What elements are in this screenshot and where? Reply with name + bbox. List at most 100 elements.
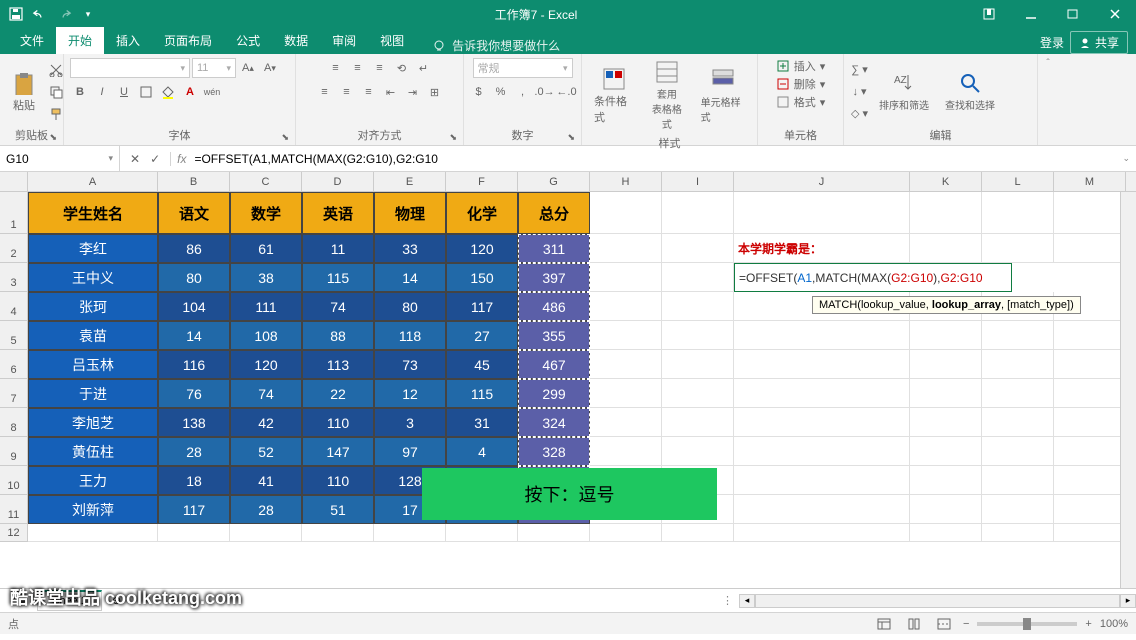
tab-layout[interactable]: 页面布局 (152, 27, 224, 54)
maximize-button[interactable] (1052, 0, 1094, 28)
decrease-font-icon[interactable]: A▾ (260, 58, 280, 78)
select-all-corner[interactable] (0, 172, 28, 191)
cell[interactable] (982, 437, 1054, 466)
cell[interactable] (1054, 321, 1126, 350)
cell[interactable] (662, 321, 734, 350)
cell[interactable]: 80 (158, 263, 230, 292)
zoom-out-button[interactable]: − (963, 618, 969, 630)
row-header[interactable]: 9 (0, 437, 28, 466)
cell[interactable]: 3 (374, 408, 446, 437)
cell[interactable]: 张珂 (28, 292, 158, 321)
cell[interactable] (910, 437, 982, 466)
cut-icon[interactable] (46, 60, 66, 80)
cell[interactable] (982, 379, 1054, 408)
tab-review[interactable]: 审阅 (320, 27, 368, 54)
cell[interactable]: 王中义 (28, 263, 158, 292)
cell[interactable] (910, 234, 982, 263)
cell[interactable]: 108 (230, 321, 302, 350)
cell[interactable]: 486 (518, 292, 590, 321)
cell[interactable] (734, 524, 910, 542)
cell[interactable] (734, 466, 910, 495)
cell[interactable] (734, 379, 910, 408)
cell[interactable]: 324 (518, 408, 590, 437)
increase-font-icon[interactable]: A▴ (238, 58, 258, 78)
cell[interactable]: 英语 (302, 192, 374, 234)
cell[interactable] (982, 321, 1054, 350)
fill-color-icon[interactable] (158, 82, 178, 102)
cell[interactable] (1054, 408, 1126, 437)
worksheet-grid[interactable]: ABCDEFGHIJKLM 1学生姓名语文数学英语物理化学总分2李红866111… (0, 172, 1136, 588)
percent-icon[interactable]: % (491, 82, 511, 102)
cell[interactable] (374, 524, 446, 542)
italic-button[interactable]: I (92, 82, 112, 102)
formula-bar[interactable]: fx =OFFSET(A1,MATCH(MAX(G2:G10),G2:G10 (170, 152, 1116, 166)
tell-me[interactable]: 告诉我你想要做什么 (432, 37, 560, 54)
align-mid-icon[interactable]: ≡ (348, 58, 368, 78)
align-right-icon[interactable]: ≡ (359, 82, 379, 102)
col-header[interactable]: B (158, 172, 230, 191)
cell[interactable]: 80 (374, 292, 446, 321)
cell[interactable] (662, 379, 734, 408)
cell[interactable]: 吕玉林 (28, 350, 158, 379)
fx-icon[interactable]: fx (177, 152, 186, 166)
cell[interactable]: 73 (374, 350, 446, 379)
vertical-scrollbar[interactable] (1120, 192, 1136, 588)
col-header[interactable]: L (982, 172, 1054, 191)
cell[interactable]: 18 (158, 466, 230, 495)
col-header[interactable]: A (28, 172, 158, 191)
cell[interactable] (910, 192, 982, 234)
indent-dec-icon[interactable]: ⇤ (381, 82, 401, 102)
cell[interactable] (910, 466, 982, 495)
cell[interactable]: 147 (302, 437, 374, 466)
cell[interactable]: 33 (374, 234, 446, 263)
col-header[interactable]: J (734, 172, 910, 191)
cell[interactable] (28, 524, 158, 542)
cell[interactable] (734, 437, 910, 466)
col-header[interactable]: E (374, 172, 446, 191)
format-cells-button[interactable]: 格式 ▾ (776, 94, 826, 110)
cell[interactable]: 113 (302, 350, 374, 379)
row-header[interactable]: 6 (0, 350, 28, 379)
align-launcher[interactable]: ⬊ (449, 132, 457, 143)
hscroll-right-icon[interactable]: ▸ (1120, 594, 1136, 608)
cell[interactable]: 111 (230, 292, 302, 321)
cell[interactable]: 31 (446, 408, 518, 437)
cell[interactable] (662, 350, 734, 379)
cell[interactable]: 41 (230, 466, 302, 495)
format-painter-icon[interactable] (46, 104, 66, 124)
row-header[interactable]: 1 (0, 192, 28, 234)
close-button[interactable] (1094, 0, 1136, 28)
number-launcher[interactable]: ⬊ (567, 132, 575, 143)
cell[interactable]: 14 (158, 321, 230, 350)
cell[interactable] (590, 524, 662, 542)
fill-icon[interactable]: ↓ ▾ (850, 82, 869, 102)
cell-styles-button[interactable]: 单元格样式 (695, 66, 751, 126)
redo-icon[interactable] (56, 6, 72, 22)
bold-button[interactable]: B (70, 82, 90, 102)
col-header[interactable]: C (230, 172, 302, 191)
cell[interactable] (1054, 466, 1126, 495)
cell[interactable]: 74 (230, 379, 302, 408)
autosum-icon[interactable]: ∑ ▾ (850, 60, 869, 80)
cell[interactable]: 115 (302, 263, 374, 292)
cell[interactable]: 86 (158, 234, 230, 263)
cell[interactable] (230, 524, 302, 542)
cell[interactable]: 299 (518, 379, 590, 408)
login-link[interactable]: 登录 (1040, 34, 1064, 51)
cell[interactable]: 97 (374, 437, 446, 466)
border-icon[interactable] (136, 82, 156, 102)
share-button[interactable]: 共享 (1070, 31, 1128, 54)
cell[interactable]: 本学期学霸是： (734, 234, 910, 263)
align-center-icon[interactable]: ≡ (337, 82, 357, 102)
cell[interactable]: 11 (302, 234, 374, 263)
cell[interactable] (662, 437, 734, 466)
cell[interactable] (302, 524, 374, 542)
cell[interactable]: 467 (518, 350, 590, 379)
cell[interactable]: 117 (446, 292, 518, 321)
increase-decimal-icon[interactable]: .0→ (535, 82, 555, 102)
paste-button[interactable]: 粘贴 (6, 69, 42, 115)
cancel-formula-icon[interactable]: ✕ (130, 152, 140, 166)
qat-more-icon[interactable]: ▾ (80, 6, 96, 22)
cell[interactable] (662, 292, 734, 321)
undo-icon[interactable] (32, 6, 48, 22)
